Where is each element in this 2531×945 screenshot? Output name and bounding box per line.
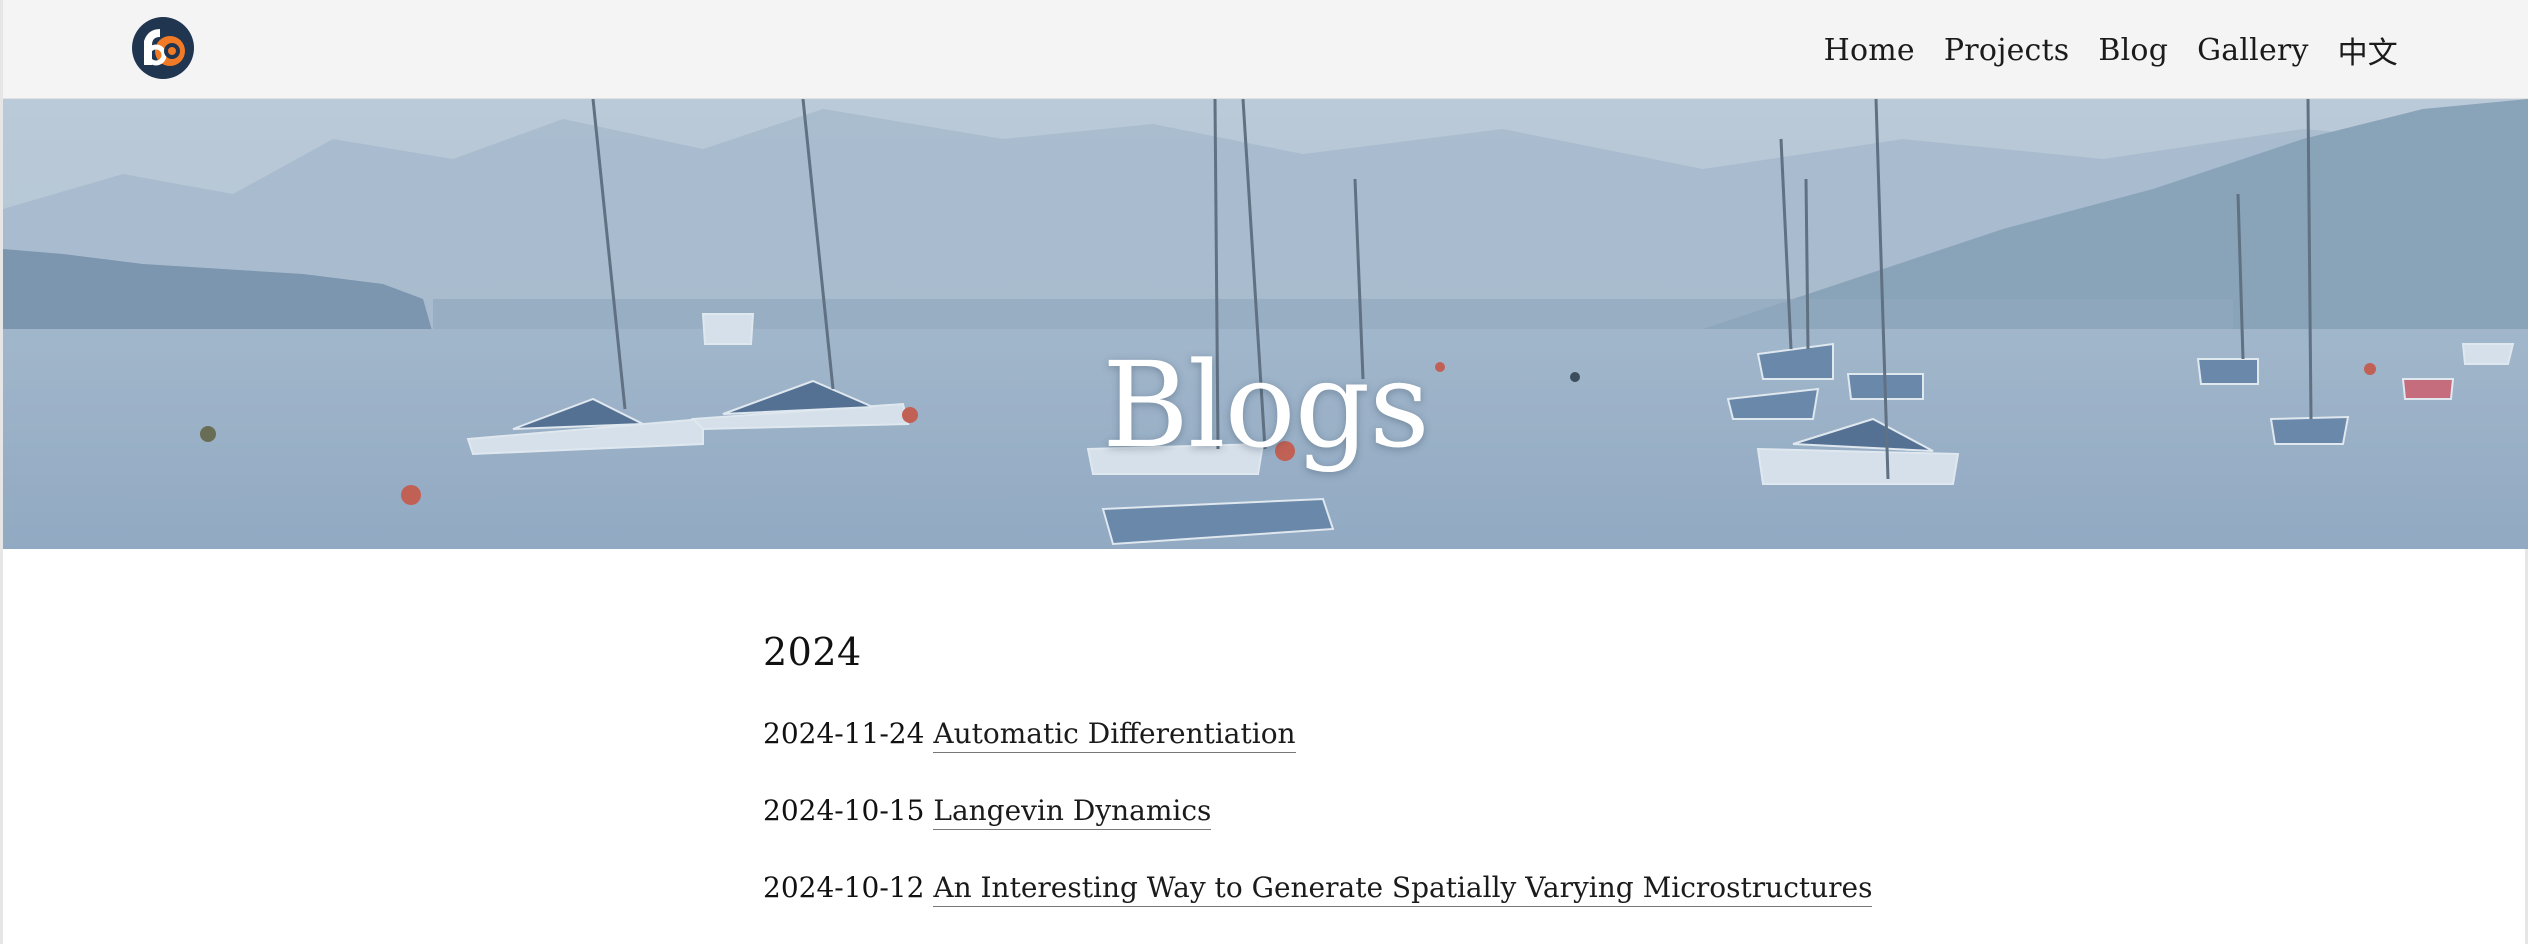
logo-icon[interactable]: [130, 15, 196, 81]
hero-banner: Blogs: [3, 99, 2528, 549]
year-heading: 2024: [763, 630, 862, 674]
post-link-automatic-differentiation[interactable]: Automatic Differentiation: [933, 717, 1296, 753]
post-item: 2024-10-15 Langevin Dynamics: [763, 791, 1963, 868]
nav-gallery-link[interactable]: Gallery: [2197, 33, 2308, 68]
blog-archive: 2024 2024-11-24 Automatic Differentiatio…: [763, 630, 1963, 945]
nav-projects-link[interactable]: Projects: [1944, 33, 2070, 68]
hero-title: Blogs: [1102, 336, 1430, 475]
nav-blog-link[interactable]: Blog: [2098, 33, 2168, 68]
post-date: 2024-11-24: [763, 717, 934, 750]
post-link-langevin-dynamics[interactable]: Langevin Dynamics: [933, 794, 1212, 830]
main-nav: Home Projects Blog Gallery 中文: [1824, 24, 2398, 76]
navbar: Home Projects Blog Gallery 中文: [3, 0, 2528, 99]
post-date: 2024-10-15: [763, 794, 934, 827]
post-list: 2024-11-24 Automatic Differentiation 202…: [763, 714, 1963, 945]
nav-home-link[interactable]: Home: [1824, 33, 1915, 68]
nav-language-link[interactable]: 中文: [2338, 28, 2398, 72]
post-date: 2024-10-12: [763, 871, 934, 904]
post-item: 2024-10-12 An Interesting Way to Generat…: [763, 868, 1963, 945]
post-item: 2024-11-24 Automatic Differentiation: [763, 714, 1963, 791]
post-link-microstructures[interactable]: An Interesting Way to Generate Spatially…: [933, 871, 1873, 907]
lake-sailboats-image: [3, 99, 2528, 549]
